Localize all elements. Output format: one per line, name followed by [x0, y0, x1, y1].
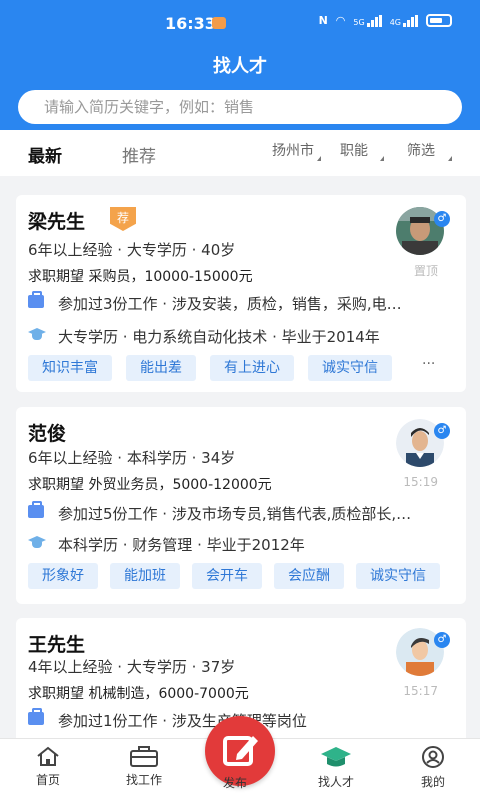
network-label: 5G	[353, 17, 365, 27]
briefcase-icon	[130, 746, 158, 767]
signal-4g-icon: 4G	[389, 14, 418, 27]
nav-home[interactable]: 首页	[13, 745, 83, 788]
skill-tag: 知识丰富	[28, 355, 112, 381]
screen-dropdown-icon	[448, 156, 452, 161]
briefcase-icon	[28, 501, 44, 518]
publish-label: 发布	[223, 776, 248, 790]
filter-screen[interactable]: 筛选	[407, 140, 435, 160]
tab-filter-bar: 最新 推荐 扬州市 职能 筛选	[0, 130, 480, 176]
skill-tag: 诚实守信	[308, 355, 392, 381]
nav-jobs-label: 找工作	[125, 773, 162, 787]
candidate-summary: 6年以上经验 · 本科学历 · 34岁	[28, 449, 236, 467]
skill-tag: 形象好	[28, 563, 98, 589]
status-time: 16:33	[165, 14, 216, 33]
nav-home-label: 首页	[35, 773, 60, 787]
status-bar: 16:33 N ◠ 5G 4G	[0, 0, 480, 44]
resume-card[interactable]: 范俊 6年以上经验 · 本科学历 · 34岁 求职期望 外贸业务员，5000-1…	[16, 407, 466, 604]
briefcase-icon	[28, 708, 44, 725]
skill-tag: 诚实守信	[356, 563, 440, 589]
candidate-name: 王先生	[28, 634, 86, 656]
app-header: 16:33 N ◠ 5G 4G 找人才 请输入简历关键字，例如：销售	[0, 0, 480, 130]
education-row: 大专学历 · 电力系统自动化技术 · 毕业于2014年	[28, 326, 453, 346]
work-history-row: 参加过3份工作 · 涉及安装，质检，销售，采购,电…	[28, 291, 453, 313]
graduation-cap-icon	[28, 536, 46, 550]
recommended-badge: 荐	[110, 207, 136, 231]
search-input[interactable]: 请输入简历关键字，例如：销售	[18, 90, 462, 124]
signal-5g-icon: 5G	[353, 14, 382, 27]
skill-tag: 能加班	[110, 563, 180, 589]
battery-icon	[426, 14, 452, 27]
nav-talent-label: 找人才	[317, 775, 354, 789]
more-tags-icon[interactable]: ···	[422, 356, 435, 372]
wifi-icon: ◠	[335, 14, 346, 27]
nav-talent[interactable]: 找人才	[301, 745, 371, 790]
user-icon	[422, 746, 444, 768]
skill-tag: 会开车	[192, 563, 262, 589]
tab-latest[interactable]: 最新	[28, 142, 62, 167]
male-gender-icon: ♂	[434, 423, 450, 439]
update-time: 15:19	[403, 475, 438, 489]
candidate-name: 范俊	[28, 423, 67, 445]
education: 大专学历 · 电力系统自动化技术 · 毕业于2014年	[58, 328, 380, 346]
job-expectation: 求职期望 采购员，10000-15000元	[28, 269, 253, 285]
resume-card[interactable]: 梁先生 荐 6年以上经验 · 大专学历 · 40岁 求职期望 采购员，10000…	[16, 195, 466, 392]
job-expectation: 求职期望 外贸业务员，5000-12000元	[28, 477, 272, 493]
skill-tag: 会应酬	[274, 563, 344, 589]
function-dropdown-icon	[380, 156, 384, 161]
male-gender-icon: ♂	[434, 632, 450, 648]
network2-label: 4G	[389, 17, 401, 27]
home-icon	[37, 746, 59, 766]
tab-recommend[interactable]: 推荐	[122, 142, 156, 167]
pinned-label: 置顶	[413, 264, 438, 278]
skill-tags: 形象好 能加班 会开车 会应酬 诚实守信	[28, 563, 440, 589]
skill-tag: 能出差	[126, 355, 196, 381]
skill-tag: 有上进心	[210, 355, 294, 381]
message-notification-icon	[212, 17, 226, 29]
update-time: 15:17	[403, 684, 438, 698]
male-gender-icon: ♂	[434, 211, 450, 227]
nfc-icon: N	[318, 14, 328, 27]
filter-function[interactable]: 职能	[340, 140, 368, 160]
skill-tags: 知识丰富 能出差 有上进心 诚实守信	[28, 355, 392, 381]
nav-mine[interactable]: 我的	[398, 745, 468, 790]
filter-city[interactable]: 扬州市	[272, 140, 314, 160]
job-expectation: 求职期望 机械制造，6000-7000元	[28, 686, 249, 702]
work-history: 参加过5份工作 · 涉及市场专员,销售代表,质检部长,…	[58, 505, 412, 523]
graduation-cap-icon	[28, 328, 46, 342]
candidate-summary: 4年以上经验 · 大专学历 · 37岁	[28, 658, 236, 676]
nav-jobs[interactable]: 找工作	[109, 745, 179, 788]
education: 本科学历 · 财务管理 · 毕业于2012年	[58, 536, 305, 554]
page-title: 找人才	[213, 56, 267, 77]
briefcase-icon	[28, 291, 44, 308]
candidate-summary: 6年以上经验 · 大专学历 · 40岁	[28, 241, 236, 259]
system-icons: N ◠ 5G 4G	[319, 14, 452, 27]
education-row: 本科学历 · 财务管理 · 毕业于2012年	[28, 534, 453, 554]
nav-mine-label: 我的	[420, 775, 445, 789]
work-history-row: 参加过5份工作 · 涉及市场专员,销售代表,质检部长,…	[28, 501, 453, 523]
work-history: 参加过3份工作 · 涉及安装，质检，销售，采购,电…	[58, 295, 402, 313]
candidate-name: 梁先生	[28, 211, 86, 233]
city-dropdown-icon	[317, 156, 321, 161]
graduation-cap-icon	[321, 747, 351, 767]
